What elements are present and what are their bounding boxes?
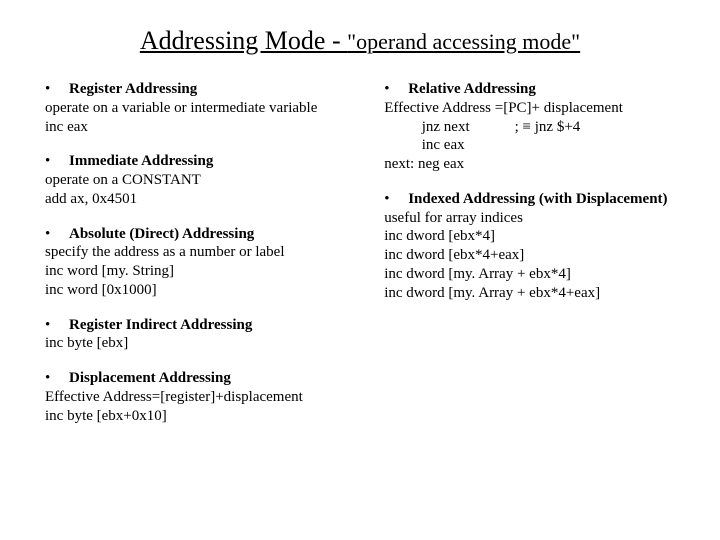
slide: Addressing Mode - "operand accessing mod…	[0, 0, 720, 540]
bullet-icon: •	[45, 152, 69, 171]
heading: Displacement Addressing	[69, 370, 231, 386]
slide-title: Addressing Mode - "operand accessing mod…	[30, 26, 690, 56]
bullet-icon: •	[384, 190, 408, 209]
sec-relative: •Relative Addressing Effective Address =…	[384, 80, 690, 174]
line: Effective Address=[register]+displacemen…	[45, 388, 384, 407]
line: add ax, 0x4501	[45, 190, 384, 209]
line: inc dword [my. Array + ebx*4+eax]	[384, 284, 690, 303]
sec-indexed: •Indexed Addressing (with Displacement) …	[384, 190, 690, 303]
bullet-icon: •	[384, 80, 408, 99]
bullet-icon: •	[45, 369, 69, 388]
heading: Indexed Addressing (with Displacement)	[408, 191, 667, 207]
left-column: •Register Addressing operate on a variab…	[30, 80, 384, 441]
sec-register: •Register Addressing operate on a variab…	[45, 80, 384, 136]
line: inc dword [ebx*4]	[384, 227, 690, 246]
heading: Absolute (Direct) Addressing	[69, 226, 254, 242]
heading: Register Addressing	[69, 81, 197, 97]
bullet-icon: •	[45, 316, 69, 335]
title-main: Addressing Mode -	[140, 26, 347, 55]
heading: Register Indirect Addressing	[69, 317, 252, 333]
heading: Immediate Addressing	[69, 153, 213, 169]
line: inc byte [ebx+0x10]	[45, 407, 384, 426]
line: jnz next ; ≡ jnz $+4	[384, 118, 690, 137]
line: inc dword [my. Array + ebx*4]	[384, 265, 690, 284]
columns: •Register Addressing operate on a variab…	[30, 80, 690, 441]
line: inc word [0x1000]	[45, 281, 384, 300]
right-column: •Relative Addressing Effective Address =…	[384, 80, 690, 318]
line: inc eax	[45, 118, 384, 137]
sec-register-indirect: •Register Indirect Addressing inc byte […	[45, 316, 384, 354]
line: inc byte [ebx]	[45, 334, 384, 353]
bullet-icon: •	[45, 80, 69, 99]
line: inc dword [ebx*4+eax]	[384, 246, 690, 265]
sec-immediate: •Immediate Addressing operate on a CONST…	[45, 152, 384, 208]
sec-absolute: •Absolute (Direct) Addressing specify th…	[45, 225, 384, 300]
line: next: neg eax	[384, 155, 690, 174]
line: specify the address as a number or label	[45, 243, 384, 262]
line: inc word [my. String]	[45, 262, 384, 281]
title-sub: "operand accessing mode"	[347, 29, 580, 54]
bullet-icon: •	[45, 225, 69, 244]
line: Effective Address =[PC]+ displacement	[384, 99, 690, 118]
line: inc eax	[384, 136, 690, 155]
line: useful for array indices	[384, 209, 690, 228]
heading: Relative Addressing	[408, 81, 536, 97]
line: operate on a CONSTANT	[45, 171, 384, 190]
line: operate on a variable or intermediate va…	[45, 99, 384, 118]
sec-displacement: •Displacement Addressing Effective Addre…	[45, 369, 384, 425]
